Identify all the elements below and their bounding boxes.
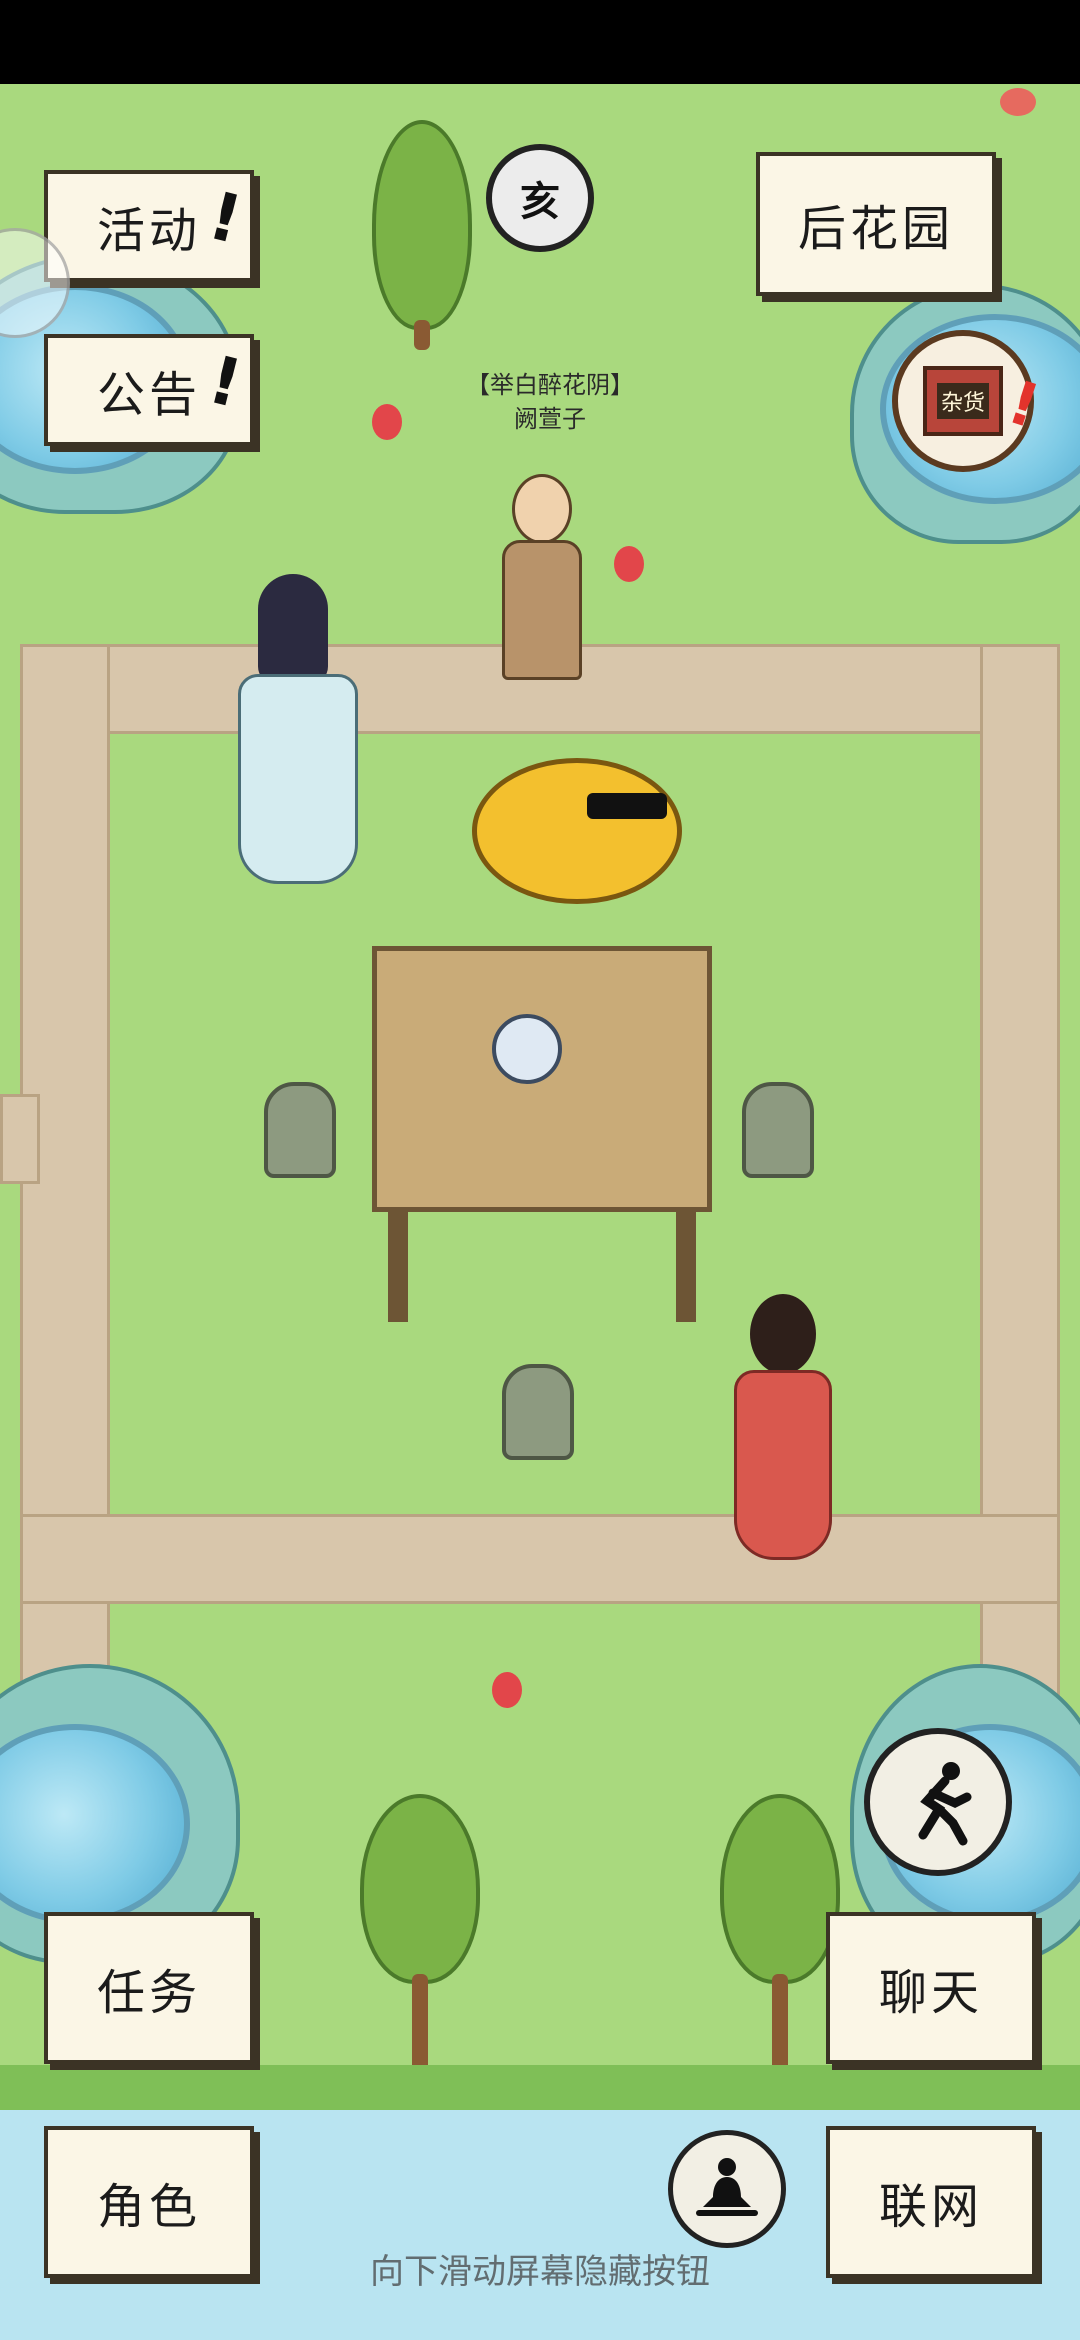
exclaim-icon: ! (201, 177, 253, 260)
npc-title: 【举白醉花阴】 (466, 371, 634, 399)
character-label: 角色 (96, 2179, 201, 2235)
flower-red-3 (492, 1672, 522, 1708)
npc-lady-right[interactable] (728, 1294, 838, 1564)
stool-bottom (502, 1364, 574, 1460)
activity-button[interactable]: 活动 ! (44, 170, 254, 282)
chat-button[interactable]: 聊天 (826, 1912, 1036, 2064)
grass-edge (0, 2065, 1080, 2115)
pet-golden-pig[interactable] (472, 758, 682, 904)
lady-left-dress (238, 674, 358, 884)
running-man-icon (918, 1762, 972, 1846)
run-button[interactable] (864, 1728, 1012, 1876)
tree-trunk-top-center (414, 320, 430, 350)
zodiac-badge[interactable]: 亥 (486, 144, 594, 252)
path-left-vertical (20, 644, 110, 1774)
tree-top-center (372, 120, 472, 330)
lady-right-hair (750, 1294, 816, 1374)
status-bar (0, 0, 1080, 84)
announcement-button[interactable]: 公告 ! (44, 334, 254, 446)
network-label: 联网 (878, 2179, 983, 2235)
zodiac-label: 亥 (520, 179, 560, 225)
npc-lady-left[interactable] (228, 574, 368, 894)
tree-bottom-left (360, 1794, 480, 1984)
path-right-vertical (980, 644, 1060, 1774)
tree-bottom-right (720, 1794, 840, 1984)
task-button[interactable]: 任务 (44, 1912, 254, 2064)
path-left-stub (0, 1094, 40, 1184)
back-garden-button[interactable]: 后花园 (756, 152, 996, 296)
npc-label: 【举白醉花阴】 阙萱子 (400, 368, 700, 436)
lady-right-dress (734, 1370, 832, 1560)
npc-name: 阙萱子 (514, 405, 586, 433)
npc-monk[interactable] (494, 474, 588, 704)
announcement-label: 公告 (96, 367, 201, 423)
path-middle-horizontal (20, 1514, 1060, 1604)
flower-lotus-top (1000, 88, 1036, 116)
stool-left (264, 1082, 336, 1178)
flower-red-2 (614, 546, 644, 582)
flower-red-1 (372, 404, 402, 440)
shop-sign: 杂货 (936, 383, 989, 419)
lady-left-hair (258, 574, 328, 684)
task-label: 任务 (96, 1965, 201, 2021)
pig-sunglasses (587, 793, 667, 819)
exclaim-icon: ! (201, 341, 253, 424)
chat-label: 聊天 (878, 1965, 983, 2021)
back-garden-label: 后花园 (797, 201, 954, 257)
activity-label: 活动 (96, 203, 201, 259)
monk-robe (502, 540, 582, 680)
teapot[interactable] (492, 1014, 562, 1084)
meditation-icon (696, 2158, 758, 2216)
monk-head (512, 474, 572, 544)
hide-buttons-hint: 向下滑动屏幕隐藏按钮 (370, 2252, 710, 2292)
meditate-button[interactable] (668, 2130, 786, 2248)
table-leg-right (676, 1212, 696, 1322)
stool-right (742, 1082, 814, 1178)
table-leg-left (388, 1212, 408, 1322)
shop-icon: 杂货 (923, 366, 1003, 436)
